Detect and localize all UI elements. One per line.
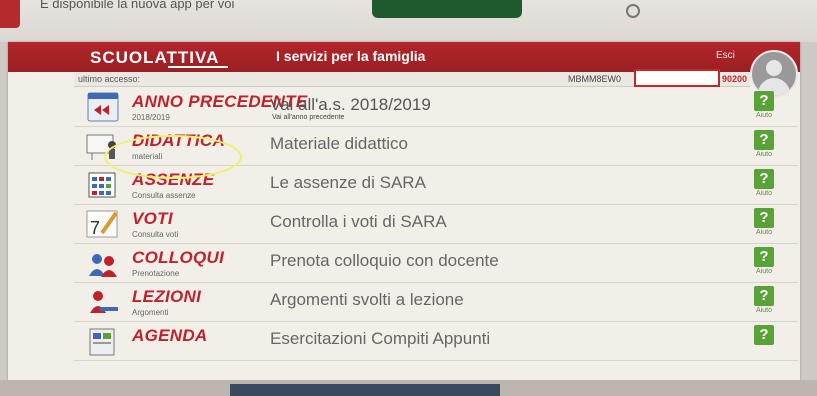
menu-title: VOTI — [132, 209, 173, 228]
menu-subtitle: Consulta voti — [132, 230, 179, 239]
menu-description-sub: Vai all'anno precedente — [272, 114, 345, 121]
menu-description: Vai all'a.s. 2018/2019 — [270, 95, 431, 114]
help-button[interactable]: ? — [750, 325, 778, 345]
app-window: SCUOLATTIVA I servizi per la famiglia Es… — [8, 42, 800, 380]
taskbar[interactable] — [230, 384, 500, 396]
menu-title: AGENDA — [132, 326, 208, 345]
lesson-desk-icon — [90, 291, 118, 313]
calendar-icon — [88, 172, 116, 198]
help-label: Aiuto — [756, 190, 772, 197]
menu-description: Esercitazioni Compiti Appunti — [270, 329, 491, 348]
help-button[interactable]: ? Aiuto — [750, 247, 778, 275]
menu-row-lezioni[interactable]: LEZIONI Argomenti Argomenti svolti a lez… — [74, 283, 798, 322]
top-green-button[interactable] — [372, 0, 522, 18]
help-icon: ? — [754, 169, 774, 189]
menu-title: LEZIONI — [132, 287, 202, 306]
services-menu: ANNO PRECEDENTE 2018/2019 Vai all'a.s. 2… — [74, 88, 798, 361]
menu-subtitle: Consulta assenze — [132, 191, 196, 200]
menu-row-agenda[interactable]: AGENDA Esercitazioni Compiti Appunti ? — [74, 322, 798, 361]
help-icon: ? — [754, 247, 774, 267]
help-button[interactable]: ? Aiuto — [750, 91, 778, 119]
help-label: Aiuto — [756, 229, 772, 236]
help-button[interactable]: ? Aiuto — [750, 208, 778, 236]
back-arrow-icon — [87, 92, 119, 122]
app-logo: SCUOLATTIVA — [90, 48, 220, 67]
menu-subtitle: Prenotazione — [132, 269, 180, 278]
menu-title: COLLOQUI — [132, 248, 225, 267]
user-code: MBMM8EW0 — [568, 74, 622, 84]
help-label: Aiuto — [756, 307, 772, 314]
people-icon — [89, 254, 117, 277]
help-label: Aiuto — [756, 268, 772, 275]
menu-description: Argomenti svolti a lezione — [270, 290, 464, 309]
help-label: Aiuto — [756, 151, 772, 158]
menu-description: Le assenze di SARA — [270, 173, 426, 192]
header-bar: SCUOLATTIVA I servizi per la famiglia Es… — [8, 42, 800, 72]
highlight-ellipse — [104, 135, 242, 179]
browser-top-area: È disponibile la nuova app per voi — [0, 0, 817, 42]
help-icon: ? — [754, 286, 774, 306]
svg-text:7: 7 — [90, 218, 100, 238]
help-icon: ? — [754, 208, 774, 228]
help-icon: ? — [754, 91, 774, 111]
grade-pencil-icon: 7 — [86, 210, 118, 238]
help-label: Aiuto — [756, 112, 772, 119]
menu-row-anno-precedente[interactable]: ANNO PRECEDENTE 2018/2019 Vai all'a.s. 2… — [74, 88, 798, 127]
menu-subtitle: 2018/2019 — [132, 113, 170, 122]
agenda-icon — [89, 328, 115, 356]
menu-row-voti[interactable]: 7 VOTI Consulta voti Controlla i voti di… — [74, 205, 798, 244]
menu-description: Controlla i voti di SARA — [270, 212, 447, 231]
help-icon: ? — [754, 130, 774, 150]
help-icon: ? — [754, 325, 774, 345]
redacted-box — [634, 69, 720, 87]
menu-description: Materiale didattico — [270, 134, 408, 153]
top-red-tab[interactable] — [0, 0, 20, 28]
last-access-bar: ultimo accesso: MBMM8EW0 90200 — [74, 69, 750, 87]
avatar-head — [766, 60, 782, 76]
user-code-suffix: 90200 — [722, 74, 748, 84]
circle-control-icon[interactable] — [626, 4, 640, 18]
help-button[interactable]: ? Aiuto — [750, 169, 778, 197]
logout-link[interactable]: Esci — [716, 50, 735, 61]
header-tagline: I servizi per la famiglia — [276, 48, 426, 64]
menu-subtitle: Argomenti — [132, 308, 169, 317]
help-button[interactable]: ? Aiuto — [750, 130, 778, 158]
app-notice: È disponibile la nuova app per voi — [40, 0, 235, 11]
logo-underline — [168, 66, 228, 68]
help-button[interactable]: ? Aiuto — [750, 286, 778, 314]
last-access-label: ultimo accesso: — [78, 74, 141, 84]
menu-row-colloqui[interactable]: COLLOQUI Prenotazione Prenota colloquio … — [74, 244, 798, 283]
menu-description: Prenota colloquio con docente — [270, 251, 499, 270]
